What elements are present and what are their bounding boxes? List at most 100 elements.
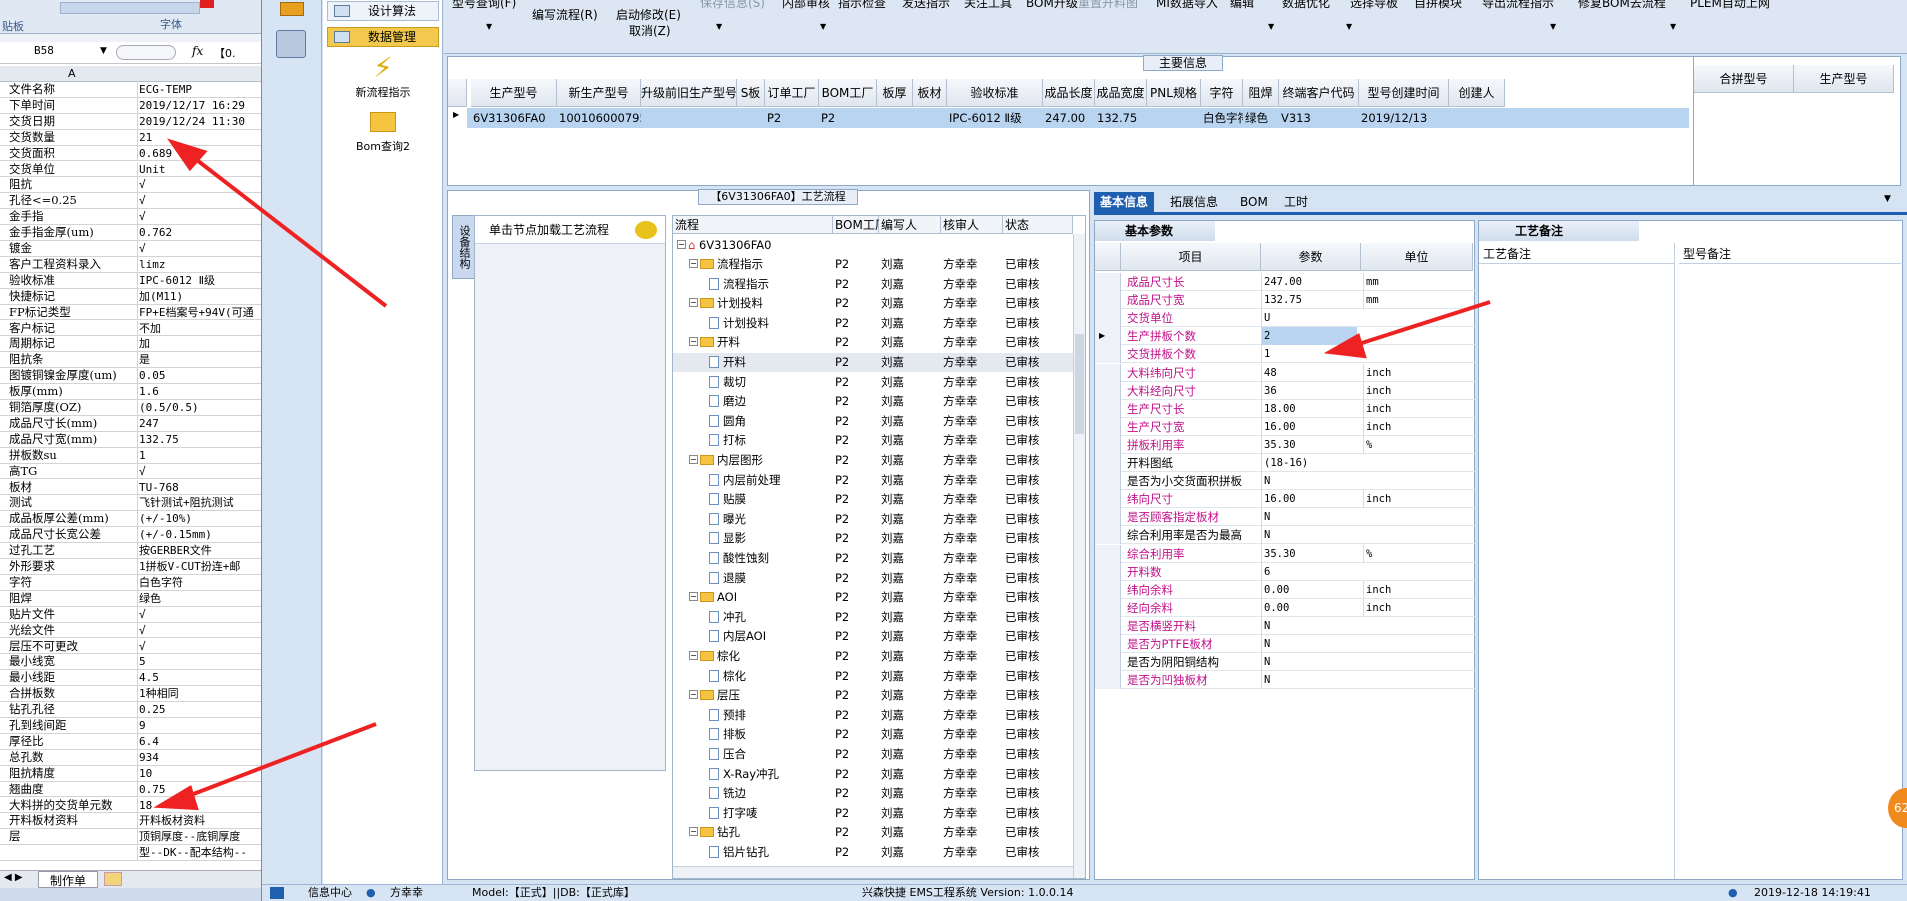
column-a-header[interactable]: A: [68, 67, 76, 80]
sheet-cell-key[interactable]: 最小线距: [9, 670, 135, 685]
header-production-model[interactable]: 生产型号: [1794, 65, 1894, 93]
collapse-icon[interactable]: −: [677, 240, 686, 249]
chevron-down-icon[interactable]: ▼: [1268, 22, 1274, 31]
header-col-2[interactable]: 升级前旧生产型号: [641, 79, 737, 107]
sheet-cell-value[interactable]: 1: [137, 447, 261, 463]
sheet-row[interactable]: 交货单位 Unit: [0, 161, 261, 178]
toolbar-start-modify[interactable]: 启动修改(E): [616, 6, 681, 23]
sheet-cell-key[interactable]: 成品尺寸长宽公差: [9, 527, 135, 542]
sheet-cell-key[interactable]: 钻孔孔径: [9, 702, 135, 717]
grid-icon[interactable]: [270, 887, 284, 899]
tree-row[interactable]: − 层压 P2 刘嘉 方幸幸 已审核: [673, 686, 1073, 705]
tree-row[interactable]: 磨边 P2 刘嘉 方幸幸 已审核: [673, 392, 1073, 411]
sheet-row[interactable]: 阻焊 绿色: [0, 590, 261, 607]
param-value[interactable]: N: [1261, 653, 1357, 672]
tree-node[interactable]: 排板: [709, 725, 833, 744]
tree-node[interactable]: 贴膜: [709, 490, 833, 509]
tree-row[interactable]: − AOI P2 刘嘉 方幸幸 已审核: [673, 588, 1073, 607]
sheet-cell-value[interactable]: 0.762: [137, 225, 261, 240]
sheet-cell-key[interactable]: 过孔工艺: [9, 543, 135, 558]
sheet-cell-value[interactable]: 132.75: [137, 431, 261, 447]
process-notes-column[interactable]: 工艺备注: [1479, 243, 1675, 879]
header-item[interactable]: 项目: [1121, 243, 1261, 271]
param-row[interactable]: 成品尺寸长 247.00 mm: [1095, 273, 1475, 291]
sheet-cell-value[interactable]: 6.4: [137, 733, 261, 749]
sheet-row[interactable]: 成品尺寸长(mm) 247: [0, 415, 261, 432]
sheet-cell-value[interactable]: 1.6: [137, 384, 261, 399]
tree-node[interactable]: 磨边: [709, 392, 833, 411]
sheet-cell-value[interactable]: 9: [137, 718, 261, 733]
tab-extended-info[interactable]: 拓展信息: [1164, 192, 1224, 212]
sheet-row[interactable]: 合拼板数 1种相同: [0, 686, 261, 703]
tree-node[interactable]: − 层压: [689, 686, 833, 705]
sheet-row[interactable]: 交货日期 2019/12/24 11:30: [0, 113, 261, 130]
sheet-row[interactable]: 字符 白色字符: [0, 574, 261, 591]
sheet-row[interactable]: 大料拼的交货单元数 18: [0, 797, 261, 814]
tree-row[interactable]: 裁切 P2 刘嘉 方幸幸 已审核: [673, 373, 1073, 392]
main-info-cell[interactable]: 白色字符: [1203, 109, 1243, 127]
param-row[interactable]: 开料数 6: [1095, 562, 1475, 581]
sheet-cell-key[interactable]: 周期标记: [9, 336, 135, 351]
param-value[interactable]: 35.30: [1261, 435, 1357, 454]
sheet-cell-key[interactable]: 大料拼的交货单元数: [9, 798, 135, 813]
tree-node[interactable]: 裁切: [709, 373, 833, 392]
tree-node[interactable]: 内层AOI: [709, 627, 833, 646]
header-reviewer[interactable]: 核审人: [941, 216, 1003, 234]
param-row[interactable]: 拼板利用率 35.30%: [1095, 435, 1475, 454]
tree-row[interactable]: 棕化 P2 刘嘉 方幸幸 已审核: [673, 667, 1073, 686]
param-value[interactable]: 247.00: [1261, 273, 1357, 291]
sheet-cell-key[interactable]: 最小线宽: [9, 654, 135, 669]
main-info-cell[interactable]: P2: [767, 109, 819, 127]
sheet-cell-key[interactable]: 验收标准: [9, 273, 135, 288]
toolbar-self-panel[interactable]: 自拼模块: [1414, 0, 1462, 11]
main-info-cell[interactable]: V313: [1281, 109, 1359, 127]
toolbar-edit[interactable]: 编辑: [1230, 0, 1254, 11]
sheet-cell-key[interactable]: 客户标记: [9, 321, 135, 336]
header-col-3[interactable]: S板: [737, 79, 765, 107]
sheet-row[interactable]: 周期标记加: [0, 336, 261, 353]
toolbar-mi-import[interactable]: MI数据导入: [1156, 0, 1218, 11]
sheet-row[interactable]: 铜箔厚度(OZ) (0.5/0.5): [0, 400, 261, 416]
tab-bom[interactable]: BOM: [1234, 192, 1274, 212]
sheet-cell-value[interactable]: 开料板材资料: [137, 813, 261, 829]
param-value[interactable]: 35.30: [1261, 544, 1357, 563]
sheet-row[interactable]: 翘曲度 0.75: [0, 781, 261, 798]
sheet-cell-key[interactable]: 金手指: [9, 209, 135, 224]
tree-row[interactable]: 计划投料 P2 刘嘉 方幸幸 已审核: [673, 314, 1073, 333]
tab-scroll-arrows[interactable]: ◀ ▶: [4, 872, 23, 883]
sheet-cell-value[interactable]: 0.75: [137, 781, 261, 797]
sheet-cell-value[interactable]: 4.5: [137, 670, 261, 686]
collapse-icon[interactable]: −: [689, 690, 698, 700]
param-value[interactable]: U: [1261, 309, 1357, 328]
sheet-cell-value[interactable]: √: [137, 463, 261, 479]
sheet-row[interactable]: FP标记类型 FP+E档案号+94V(可通: [0, 304, 261, 321]
param-value[interactable]: 6: [1261, 562, 1357, 581]
sheet-cell-key[interactable]: 阻抗: [9, 177, 135, 192]
sheet-cell-key[interactable]: 开料板材资料: [9, 813, 135, 828]
tree-node[interactable]: 棕化: [709, 667, 833, 686]
header-col-9[interactable]: 成品长度: [1043, 79, 1095, 107]
sheet-row[interactable]: 总孔数 934: [0, 749, 261, 766]
tree-row[interactable]: 铝片钻孔 P2 刘嘉 方幸幸 已审核: [673, 843, 1073, 862]
header-unit[interactable]: 单位: [1361, 243, 1473, 271]
sheet-cell-key[interactable]: 光绘文件: [9, 623, 135, 638]
sheet-cell-value[interactable]: (+/-10%): [137, 511, 261, 527]
sheet-row[interactable]: 验收标准 IPC-6012 Ⅱ级: [0, 272, 261, 289]
sheet-cell-value[interactable]: 白色字符: [137, 574, 261, 590]
main-info-cell[interactable]: 10010600079533: [559, 109, 641, 127]
sheet-cell-value[interactable]: 是: [137, 352, 261, 368]
tree-row[interactable]: 曝光 P2 刘嘉 方幸幸 已审核: [673, 510, 1073, 529]
formula-input[interactable]: 【0.: [214, 45, 236, 61]
header-col-1[interactable]: 新生产型号: [557, 79, 641, 107]
param-value[interactable]: N: [1261, 526, 1357, 545]
info-center-label[interactable]: 信息中心: [308, 885, 352, 901]
sheet-cell-value[interactable]: (0.5/0.5): [137, 400, 261, 415]
header-col-7[interactable]: 板材: [913, 79, 947, 107]
toolbar-export-flow[interactable]: 导出流程指示: [1482, 0, 1554, 11]
sheet-cell-value[interactable]: FP+E档案号+94V(可通: [137, 304, 261, 320]
header-col-5[interactable]: BOM工厂: [819, 79, 877, 107]
tree-row[interactable]: 冲孔 P2 刘嘉 方幸幸 已审核: [673, 608, 1073, 627]
param-value[interactable]: 2: [1261, 327, 1357, 346]
sheet-row[interactable]: 拼板数su 1: [0, 447, 261, 464]
sheet-cell-value[interactable]: 0.689: [137, 145, 261, 161]
